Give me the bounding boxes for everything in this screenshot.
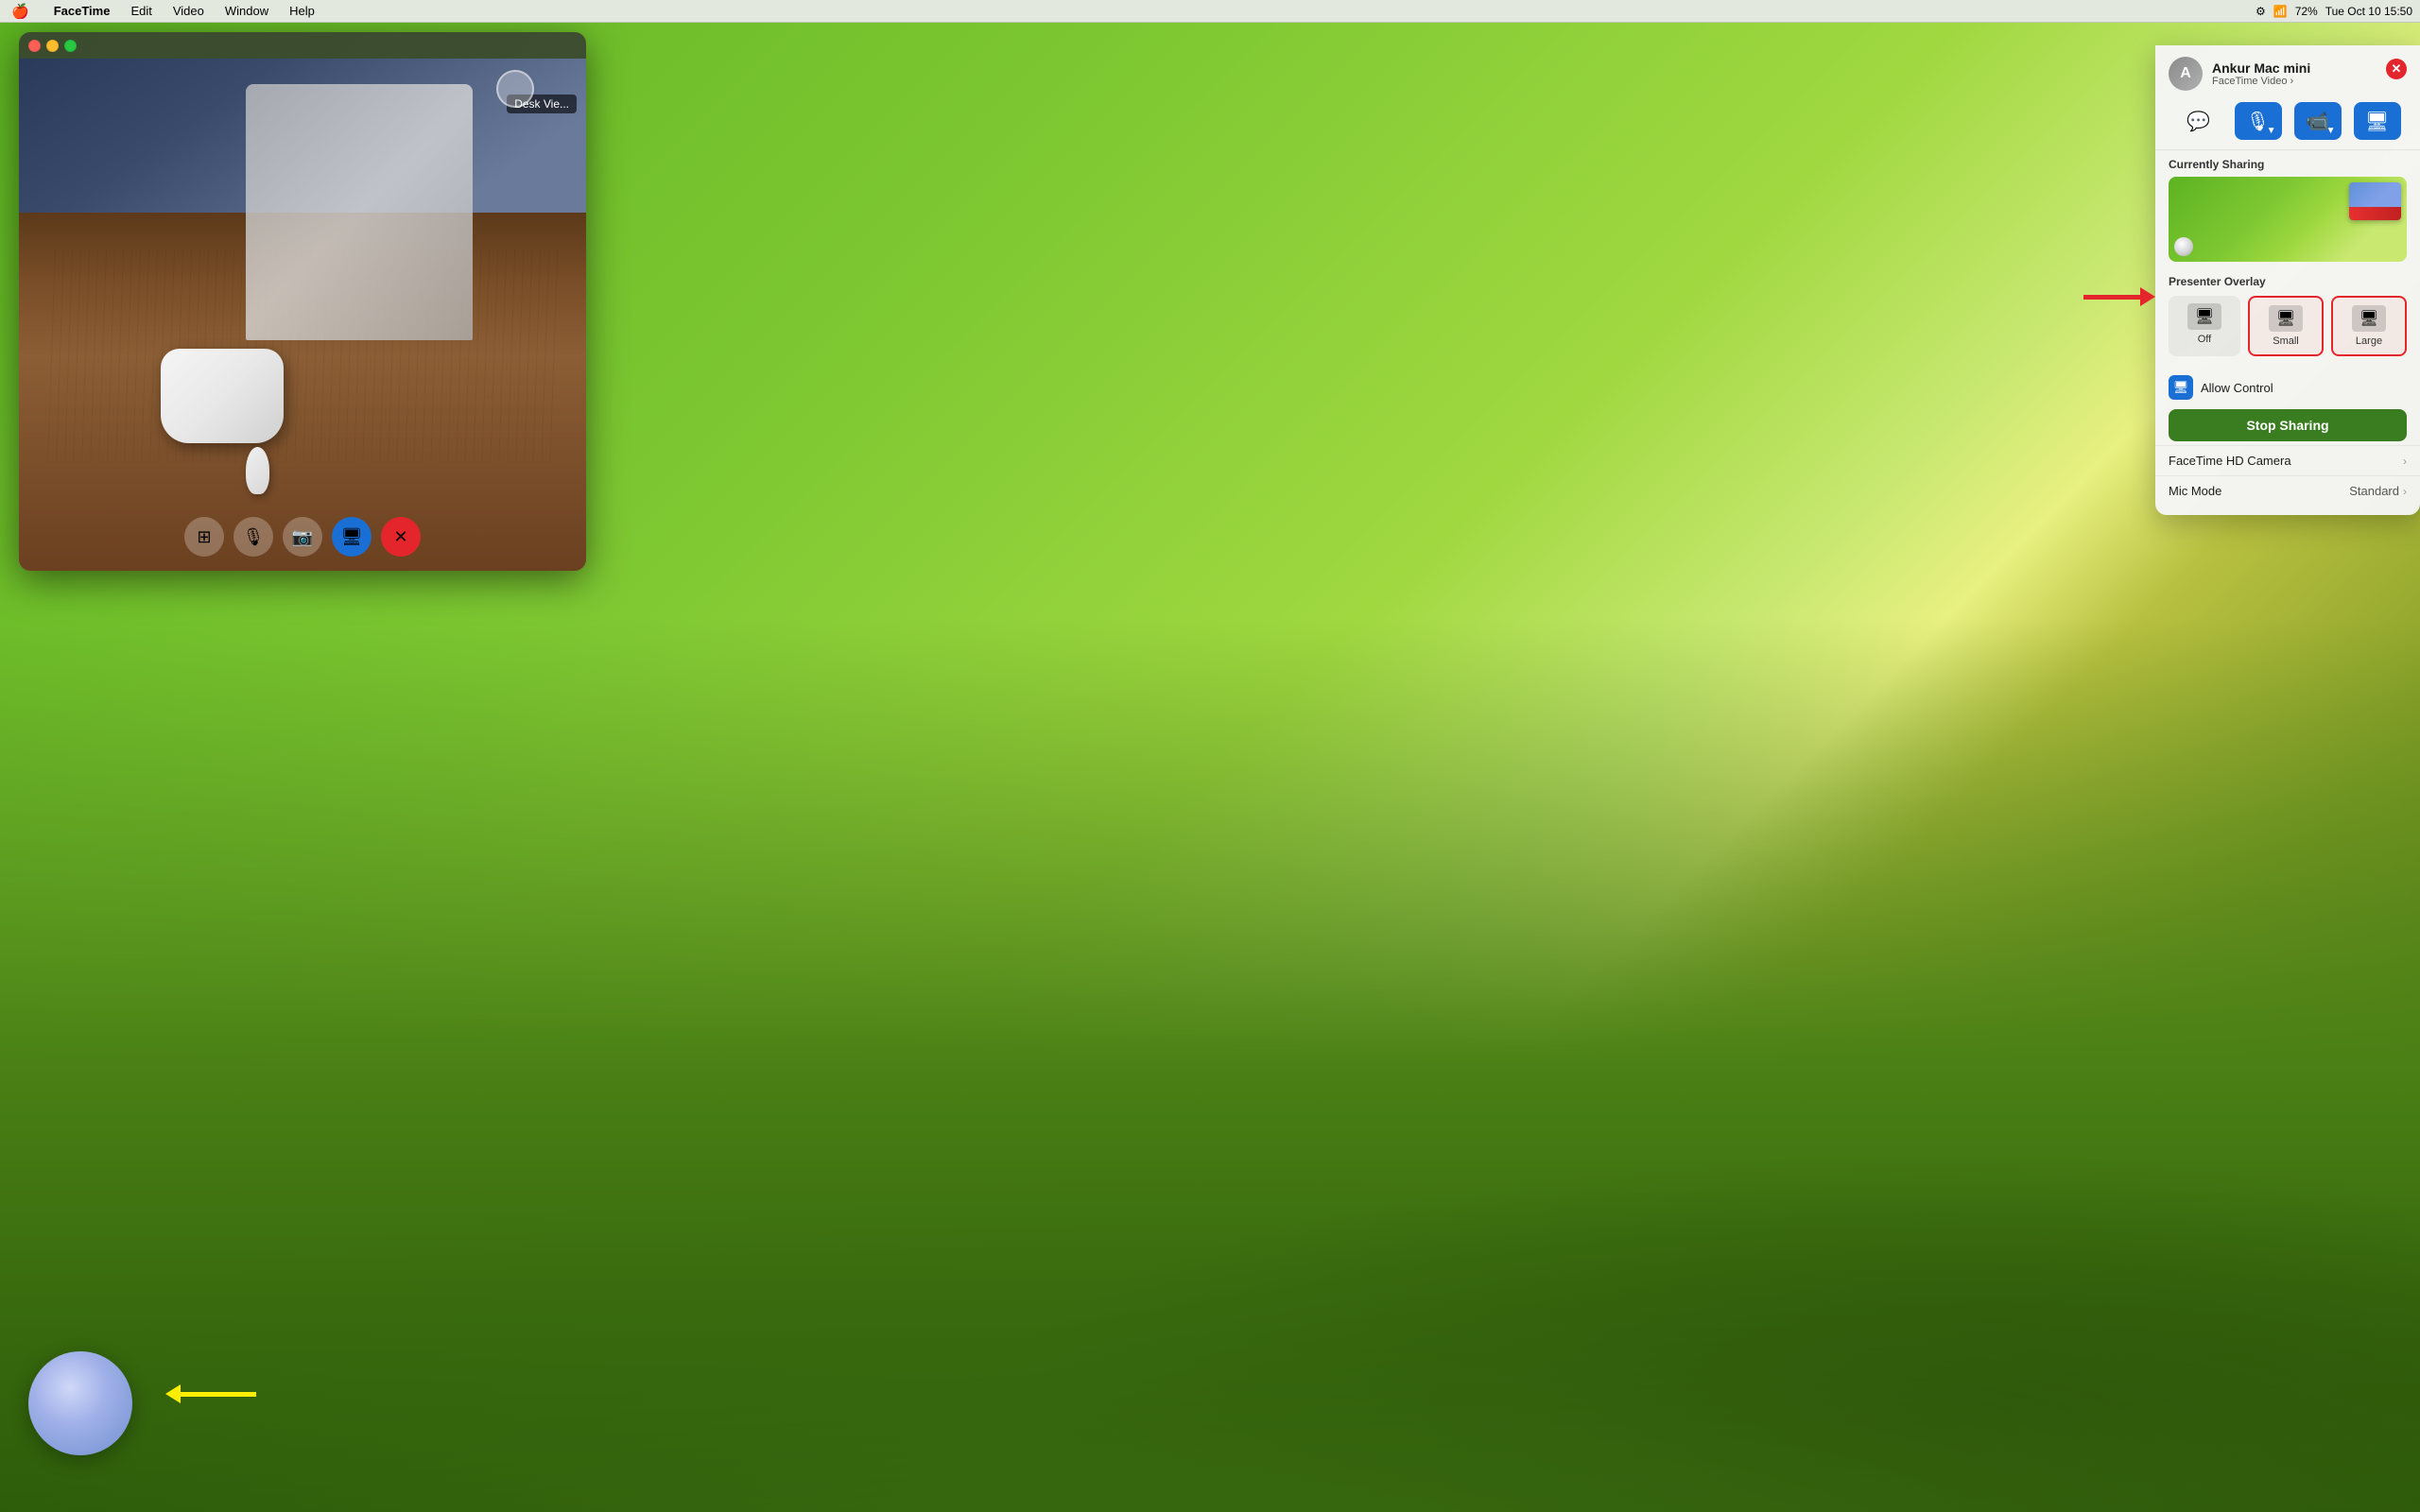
presenter-overlay-title: Presenter Overlay xyxy=(2169,275,2407,288)
presenter-overlay-section: Presenter Overlay 🖥 Off 🖥 Small 🖥 Large xyxy=(2155,269,2420,369)
minimize-button[interactable] xyxy=(46,40,59,52)
camera-row[interactable]: FaceTime HD Camera › xyxy=(2155,445,2420,475)
person-bubble xyxy=(28,1351,132,1455)
overlay-small-icon: 🖥 xyxy=(2269,305,2303,332)
maximize-button[interactable] xyxy=(64,40,77,52)
overlay-small-option[interactable]: 🖥 Small xyxy=(2248,296,2324,356)
close-button[interactable] xyxy=(28,40,41,52)
mic-chevron: › xyxy=(2403,485,2407,498)
allow-control-row[interactable]: 🖥 Allow Control xyxy=(2155,369,2420,405)
video-menu[interactable]: Video xyxy=(169,2,208,20)
thumbnail-red xyxy=(2349,207,2401,220)
facetime-controls: ⊞ 🎙 📷 🖥 ✕ xyxy=(184,517,421,557)
chat-button[interactable]: 💬 xyxy=(2175,102,2222,140)
mic-mode-label: Mic Mode xyxy=(2169,484,2221,498)
overlay-large-icon: 🖥 xyxy=(2352,305,2386,332)
wifi-icon[interactable]: 📶 xyxy=(2273,5,2288,18)
red-arrow-head xyxy=(2140,287,2155,306)
laptop-shape xyxy=(246,84,473,340)
panel-action-buttons: 💬 🎙 ▼ 📹 ▼ 🖥 xyxy=(2155,98,2420,150)
camera-dropdown-icon: ▼ xyxy=(2326,126,2336,136)
stop-sharing-button[interactable]: Stop Sharing xyxy=(2169,409,2407,441)
mic-toggle-button[interactable]: 🎙 ▼ xyxy=(2235,102,2282,140)
camera-label: FaceTime HD Camera xyxy=(2169,454,2291,468)
panel-contact-name: Ankur Mac mini xyxy=(2212,60,2310,76)
chat-icon: 💬 xyxy=(2187,110,2210,133)
mute-button[interactable]: 🎙 xyxy=(233,517,273,557)
screen-share-button[interactable]: 🖥 xyxy=(2354,102,2401,140)
overlay-off-label: Off xyxy=(2198,334,2211,345)
overlay-large-label: Large xyxy=(2356,335,2382,347)
share-screen-button[interactable]: 🖥 xyxy=(332,517,372,557)
menubar-right: ⚙ 📶 72% Tue Oct 10 15:50 xyxy=(2256,5,2412,18)
overlay-off-option[interactable]: 🖥 Off xyxy=(2169,296,2240,356)
panel-contact-subtitle[interactable]: FaceTime Video xyxy=(2212,76,2310,87)
facetime-menu[interactable]: FaceTime xyxy=(50,2,114,20)
desktop: Desk Vie... ⊞ 🎙 📷 🖥 ✕ xyxy=(0,23,2420,1512)
sharing-thumbnail xyxy=(2349,182,2401,220)
camera-toggle-button[interactable]: 📹 ▼ xyxy=(2294,102,2342,140)
sharing-ball xyxy=(2174,237,2193,256)
help-menu[interactable]: Help xyxy=(285,2,319,20)
datetime: Tue Oct 10 15:50 xyxy=(2325,5,2412,18)
end-call-button[interactable]: ✕ xyxy=(381,517,421,557)
mic-mode-row[interactable]: Mic Mode Standard › xyxy=(2155,475,2420,506)
allow-control-icon: 🖥 xyxy=(2169,375,2193,400)
facetime-panel: A Ankur Mac mini FaceTime Video ✕ 💬 🎙 ▼ … xyxy=(2155,45,2420,515)
yellow-arrow xyxy=(165,1384,256,1403)
camera-chevron: › xyxy=(2403,455,2407,468)
facetime-window: Desk Vie... ⊞ 🎙 📷 🖥 ✕ xyxy=(19,32,586,571)
apple-menu[interactable]: 🍎 xyxy=(8,1,33,22)
facetime-video: Desk Vie... ⊞ 🎙 📷 🖥 ✕ xyxy=(19,59,586,571)
mic-mode-value: Standard xyxy=(2349,484,2399,498)
battery-percentage: 72% xyxy=(2295,5,2318,18)
window-menu[interactable]: Window xyxy=(221,2,272,20)
red-arrow-annotation xyxy=(2083,287,2155,306)
currently-sharing-title: Currently Sharing xyxy=(2169,158,2407,171)
facetime-circle xyxy=(496,70,534,108)
overlay-large-option[interactable]: 🖥 Large xyxy=(2331,296,2407,356)
panel-avatar: A xyxy=(2169,57,2203,91)
panel-close-button[interactable]: ✕ xyxy=(2386,59,2407,79)
panel-header: A Ankur Mac mini FaceTime Video ✕ xyxy=(2155,45,2420,98)
sharing-preview xyxy=(2169,177,2407,262)
allow-control-label: Allow Control xyxy=(2201,381,2273,395)
yellow-arrow-line xyxy=(181,1392,256,1397)
overlay-options: 🖥 Off 🖥 Small 🖥 Large xyxy=(2169,296,2407,356)
mic-mode-right: Standard › xyxy=(2349,484,2407,498)
overlay-small-label: Small xyxy=(2273,335,2299,347)
red-arrow-line xyxy=(2083,295,2140,300)
airpods-case xyxy=(161,349,284,443)
yellow-arrow-head xyxy=(165,1384,181,1403)
currently-sharing-section: Currently Sharing xyxy=(2155,150,2420,269)
control-center-icon[interactable]: ⚙ xyxy=(2256,5,2266,18)
camera-button[interactable]: 📷 xyxy=(283,517,322,557)
window-titlebar xyxy=(19,32,586,59)
mic-dropdown-icon: ▼ xyxy=(2267,126,2276,136)
menubar-left: 🍎 FaceTime Edit Video Window Help xyxy=(8,1,319,22)
overlay-off-icon: 🖥 xyxy=(2187,303,2221,330)
edit-menu[interactable]: Edit xyxy=(127,2,155,20)
grid-view-button[interactable]: ⊞ xyxy=(184,517,224,557)
screen-icon: 🖥 xyxy=(2365,110,2389,133)
airpod-earbud xyxy=(246,447,269,494)
menubar: 🍎 FaceTime Edit Video Window Help ⚙ 📶 72… xyxy=(0,0,2420,23)
